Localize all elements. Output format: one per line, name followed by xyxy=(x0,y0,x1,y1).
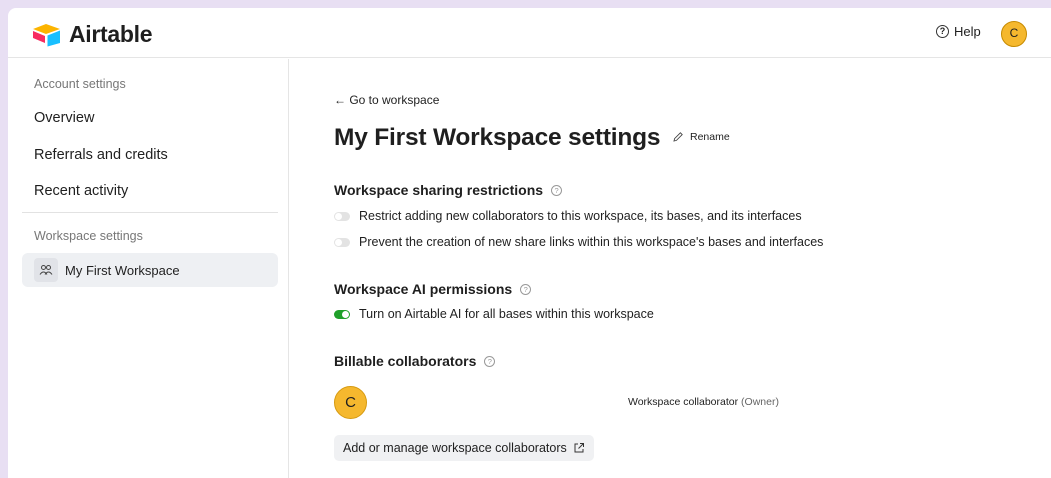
airtable-ai-row: Turn on Airtable AI for all bases within… xyxy=(334,307,654,321)
airtable-ai-label: Turn on Airtable AI for all bases within… xyxy=(359,307,654,321)
sidebar-divider xyxy=(22,212,278,213)
sharing-restrictions-heading: Workspace sharing restrictions ? xyxy=(334,182,563,198)
settings-sidebar: Account settings Overview Referrals and … xyxy=(8,59,289,478)
help-button[interactable]: ? Help xyxy=(936,24,981,39)
manage-collaborators-button[interactable]: Add or manage workspace collaborators xyxy=(334,435,594,461)
account-settings-heading: Account settings xyxy=(34,77,126,91)
billable-heading-text: Billable collaborators xyxy=(334,353,477,369)
sharing-heading-text: Workspace sharing restrictions xyxy=(334,182,544,198)
sidebar-item-recent-activity[interactable]: Recent activity xyxy=(34,183,128,199)
brand-name: Airtable xyxy=(69,21,153,47)
workspace-label: My First Workspace xyxy=(65,262,180,278)
external-link-icon xyxy=(574,443,584,453)
restrict-collaborators-toggle[interactable] xyxy=(334,211,350,221)
collaborator-avatar: C xyxy=(334,386,367,419)
role-text: Workspace collaborator xyxy=(628,396,739,408)
sidebar-item-my-first-workspace[interactable]: My First Workspace xyxy=(22,253,278,287)
role-note: (Owner) xyxy=(741,396,779,408)
rename-button[interactable]: Rename xyxy=(672,131,730,143)
help-label: Help xyxy=(954,24,981,39)
prevent-share-links-row: Prevent the creation of new share links … xyxy=(334,235,823,249)
question-circle-icon[interactable]: ? xyxy=(551,184,563,196)
sidebar-item-overview[interactable]: Overview xyxy=(34,110,94,126)
prevent-share-links-label: Prevent the creation of new share links … xyxy=(359,235,824,249)
question-circle-icon[interactable]: ? xyxy=(484,355,496,367)
billable-collaborators-heading: Billable collaborators ? xyxy=(334,353,496,369)
question-circle-icon[interactable]: ? xyxy=(520,283,532,295)
page-title: My First Workspace settings xyxy=(334,124,661,151)
rename-label: Rename xyxy=(690,131,730,143)
question-circle-icon: ? xyxy=(936,25,949,38)
airtable-logo-icon xyxy=(33,23,60,46)
restrict-collaborators-label: Restrict adding new collaborators to thi… xyxy=(359,209,802,223)
collaborator-role: Workspace collaborator (Owner) xyxy=(628,396,779,408)
account-avatar[interactable]: C xyxy=(1001,21,1027,47)
airtable-logo[interactable]: Airtable xyxy=(32,21,153,48)
restrict-collaborators-row: Restrict adding new collaborators to thi… xyxy=(334,209,802,223)
ai-permissions-heading: Workspace AI permissions ? xyxy=(334,281,532,297)
pencil-icon xyxy=(673,132,683,142)
manage-collaborators-label: Add or manage workspace collaborators xyxy=(343,441,567,455)
ai-heading-text: Workspace AI permissions xyxy=(334,281,513,297)
settings-window: Airtable ? Help C Account settings Overv… xyxy=(8,8,1051,478)
top-header: Airtable ? Help C xyxy=(8,8,1051,58)
prevent-share-links-toggle[interactable] xyxy=(334,237,350,247)
airtable-ai-toggle[interactable] xyxy=(334,309,350,319)
users-icon xyxy=(34,258,58,282)
go-to-workspace-link[interactable]: ← Go to workspace xyxy=(334,93,439,107)
sidebar-item-referrals[interactable]: Referrals and credits xyxy=(34,147,168,163)
workspace-settings-heading: Workspace settings xyxy=(34,229,143,243)
